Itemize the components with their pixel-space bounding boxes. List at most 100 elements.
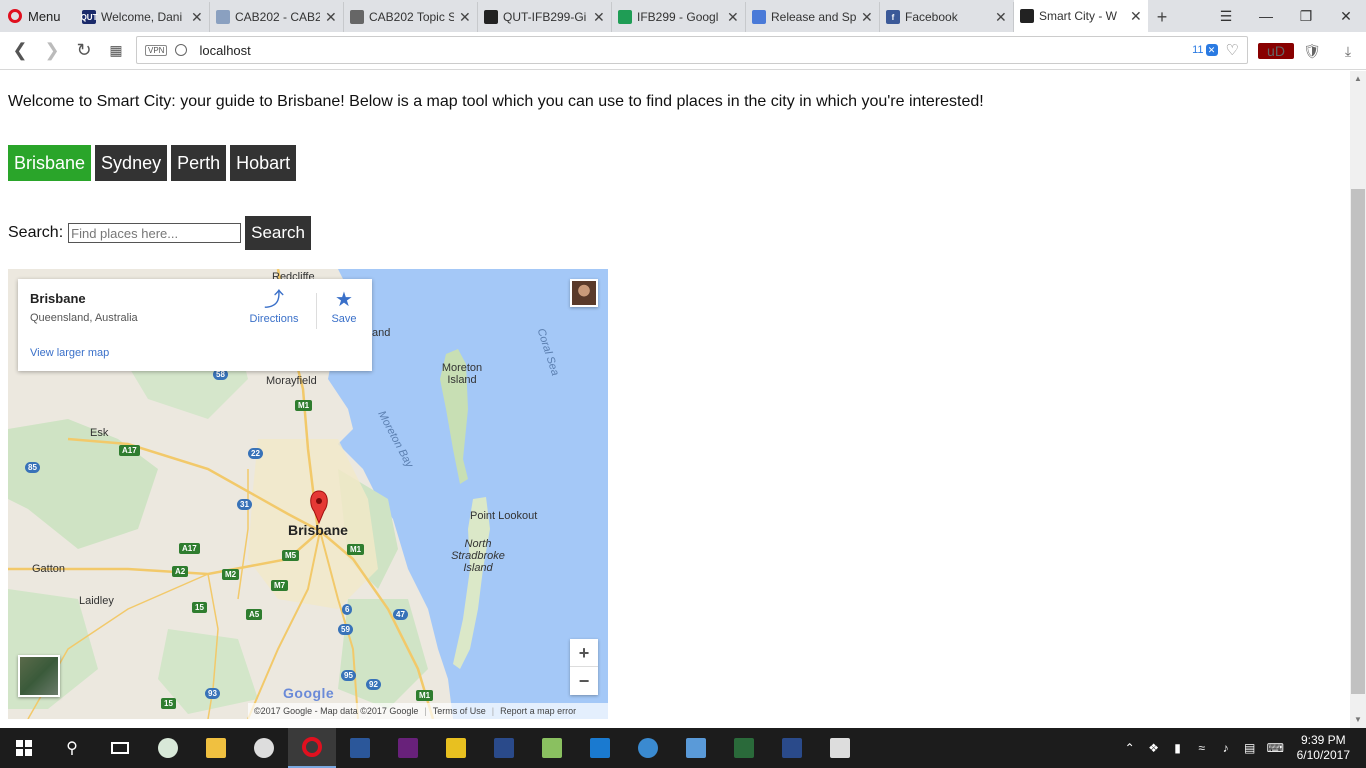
calculator-icon[interactable] xyxy=(816,728,864,768)
save-label: Save xyxy=(331,313,357,325)
user-avatar[interactable] xyxy=(570,279,598,307)
view-larger-map-link[interactable]: View larger map xyxy=(30,347,109,359)
route-shield-31: 31 xyxy=(237,499,252,510)
tracker-blocker-badge[interactable]: 11 ✕ xyxy=(1192,44,1218,56)
eye-app-icon[interactable] xyxy=(144,728,192,768)
show-hidden-icons[interactable]: ⌃ xyxy=(1123,741,1137,755)
browser-tab[interactable]: QUT Welcome, Dani ✕ xyxy=(76,2,210,32)
tab-title: CAB202 Topic S xyxy=(369,10,454,24)
word-icon[interactable] xyxy=(336,728,384,768)
tab-favicon-icon: f xyxy=(886,10,900,24)
google-map[interactable]: Redcliffe and Coral Sea Moreton Island M… xyxy=(8,269,608,719)
board-app-icon[interactable] xyxy=(720,728,768,768)
browser-tab-bar: Menu QUT Welcome, Dani ✕ CAB202 - CAB2 ✕ CAB2… xyxy=(0,0,1366,32)
notepad-app-icon[interactable] xyxy=(528,728,576,768)
search-taskbar-icon[interactable]: ⚲ xyxy=(48,728,96,768)
globe-app-icon[interactable] xyxy=(624,728,672,768)
url-field[interactable]: VPN localhost 11 ✕ ♡ xyxy=(136,36,1248,64)
search-button[interactable]: Search xyxy=(245,216,312,250)
back-button[interactable]: ❮ xyxy=(4,40,36,61)
minimize-button[interactable]: — xyxy=(1246,8,1286,24)
close-tab-icon[interactable]: ✕ xyxy=(459,9,471,26)
google-logo: Google xyxy=(283,685,335,701)
close-tab-icon[interactable]: ✕ xyxy=(727,9,739,26)
browser-tab[interactable]: Release and Sp ✕ xyxy=(746,2,880,32)
city-button-sydney[interactable]: Sydney xyxy=(95,145,168,181)
visual-studio-icon[interactable] xyxy=(384,728,432,768)
new-tab-button[interactable]: + xyxy=(1148,2,1176,32)
task-view-icon[interactable] xyxy=(96,728,144,768)
paint-app-icon[interactable] xyxy=(240,728,288,768)
heart-bookmark-icon[interactable]: ♡ xyxy=(1226,41,1239,59)
city-button-hobart[interactable]: Hobart xyxy=(230,145,297,181)
vpn-badge[interactable]: VPN xyxy=(145,44,168,56)
tab-title: QUT-IFB299-Gi xyxy=(503,10,587,24)
scroll-up-arrow[interactable]: ▲ xyxy=(1350,71,1366,87)
page-content: Welcome to Smart City: your guide to Bri… xyxy=(0,71,1350,728)
route-shield-22: 22 xyxy=(248,448,263,459)
volume-icon[interactable]: ♪ xyxy=(1219,741,1233,755)
opera-menu-button[interactable]: Menu xyxy=(0,0,76,32)
windows-taskbar: ⚲ ⌃ ❖ ▮ ≈ ♪ ▤ ⌨ 9:39 PM 6/10/2017 xyxy=(0,728,1366,768)
keyboard-icon[interactable]: ⌨ xyxy=(1267,741,1284,755)
file-explorer-icon[interactable] xyxy=(192,728,240,768)
restore-button[interactable]: ❐ xyxy=(1286,8,1326,25)
tab-title: Welcome, Dani xyxy=(101,10,183,24)
tab-menu-icon[interactable]: ☰ xyxy=(1206,8,1246,25)
intro-text: Welcome to Smart City: your guide to Bri… xyxy=(8,93,984,110)
zoom-out-button[interactable]: − xyxy=(570,667,598,695)
directions-button[interactable]: ⤴ Directions xyxy=(246,287,302,325)
browser-tab[interactable]: Smart City - W ✕ xyxy=(1014,0,1148,32)
save-place-button[interactable]: ★ Save xyxy=(324,287,364,325)
search-label: Search: xyxy=(8,224,64,241)
star-icon: ★ xyxy=(335,289,353,311)
zoom-in-button[interactable]: + xyxy=(570,639,598,667)
browser-tab[interactable]: QUT-IFB299-Gi ✕ xyxy=(478,2,612,32)
reload-button[interactable]: ↻ xyxy=(68,40,100,61)
clock[interactable]: 9:39 PM 6/10/2017 xyxy=(1291,733,1356,763)
close-tab-icon[interactable]: ✕ xyxy=(325,9,337,26)
report-map-error-link[interactable]: Report a map error xyxy=(500,706,576,716)
close-tab-icon[interactable]: ✕ xyxy=(995,9,1007,26)
scroll-thumb[interactable] xyxy=(1351,189,1365,694)
browser-tab[interactable]: f Facebook ✕ xyxy=(880,2,1014,32)
speed-dial-icon[interactable]: ▦ xyxy=(100,42,132,59)
vscode-icon[interactable] xyxy=(576,728,624,768)
route-shield-93: 93 xyxy=(205,688,220,699)
city-button-perth[interactable]: Perth xyxy=(171,145,227,181)
battery-icon[interactable]: ▮ xyxy=(1171,741,1185,755)
start-button[interactable] xyxy=(0,728,48,768)
directions-icon: ⤴ xyxy=(264,289,284,311)
terminal2-app-icon[interactable] xyxy=(768,728,816,768)
browser-tab[interactable]: CAB202 - CAB2 ✕ xyxy=(210,2,344,32)
close-tab-icon[interactable]: ✕ xyxy=(861,9,873,26)
city-button-brisbane[interactable]: Brisbane xyxy=(8,145,92,181)
puzzle-app-icon[interactable] xyxy=(432,728,480,768)
close-tab-icon[interactable]: ✕ xyxy=(1130,8,1142,25)
close-tab-icon[interactable]: ✕ xyxy=(593,9,605,26)
satellite-toggle[interactable] xyxy=(18,655,60,697)
close-window-button[interactable]: ✕ xyxy=(1326,8,1366,25)
ublock-extension-icon[interactable]: uD xyxy=(1258,43,1294,59)
terminal-app-icon[interactable] xyxy=(480,728,528,768)
route-shield-a2: A2 xyxy=(172,566,189,577)
url-text[interactable]: localhost xyxy=(199,43,250,58)
page-scrollbar[interactable]: ▲ ▼ xyxy=(1350,71,1366,728)
wifi-icon[interactable]: ≈ xyxy=(1195,741,1209,755)
scroll-down-arrow[interactable]: ▼ xyxy=(1350,712,1366,728)
forward-button[interactable]: ❯ xyxy=(36,40,68,61)
menu-label: Menu xyxy=(28,8,61,24)
dropbox-icon[interactable]: ❖ xyxy=(1147,741,1161,755)
browser-tab[interactable]: CAB202 Topic S ✕ xyxy=(344,2,478,32)
network-app-icon[interactable] xyxy=(672,728,720,768)
shield-extension-icon[interactable]: 🛡 xyxy=(1294,43,1330,60)
close-tab-icon[interactable]: ✕ xyxy=(191,9,203,26)
search-input[interactable] xyxy=(68,223,242,243)
terms-of-use-link[interactable]: Terms of Use xyxy=(433,706,486,716)
route-shield-92: 92 xyxy=(366,679,381,690)
action-center-icon[interactable]: ▤ xyxy=(1243,741,1257,755)
browser-tab[interactable]: IFB299 - Googl ✕ xyxy=(612,2,746,32)
opera-taskbar-icon[interactable] xyxy=(288,728,336,768)
clock-time: 9:39 PM xyxy=(1300,733,1346,747)
downloads-icon[interactable]: ⤓ xyxy=(1330,43,1366,60)
